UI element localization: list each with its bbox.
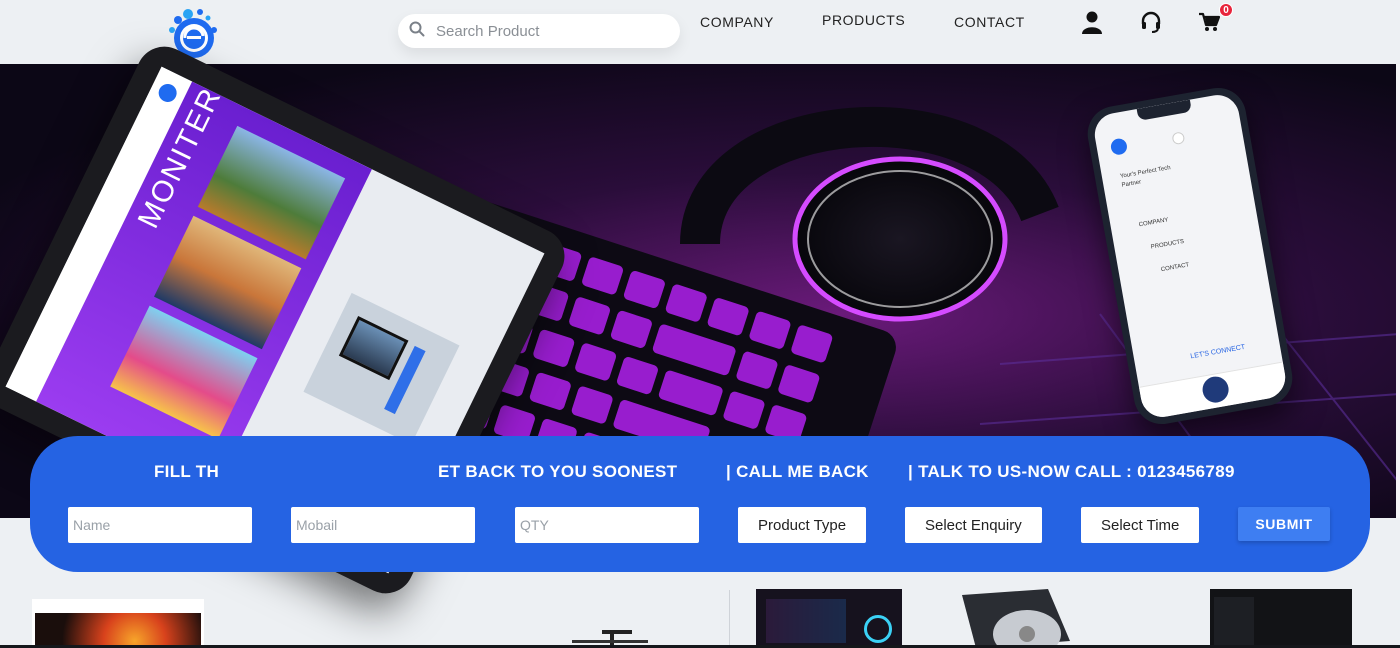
callback-form: FILL TH ET BACK TO YOU SOONEST | CALL ME…: [30, 436, 1370, 572]
form-headline-callback: | CALL ME BACK: [726, 462, 869, 481]
header: COMPANY PRODUCTS CONTACT 0: [0, 0, 1400, 64]
qty-field[interactable]: [515, 507, 699, 543]
hero-edge: [1396, 64, 1400, 518]
tower-front: [1214, 597, 1254, 648]
pc-interior: [766, 599, 846, 643]
form-headline-call: | TALK TO US-NOW CALL : 0123456789: [908, 462, 1235, 481]
product-thumb-pc-case[interactable]: [756, 589, 902, 648]
tablet-product-card: [303, 292, 460, 445]
nav-company[interactable]: COMPANY: [700, 14, 774, 30]
product-thumb-hard-drive[interactable]: [952, 589, 1070, 648]
submit-button[interactable]: SUBMIT: [1238, 507, 1330, 541]
nav-contact[interactable]: CONTACT: [954, 14, 1025, 30]
nav-products[interactable]: PRODUCTS: [822, 12, 905, 28]
phone-nav-contact: CONTACT: [1160, 262, 1190, 274]
headset-icon[interactable]: [1139, 10, 1163, 34]
product-thumb-tower[interactable]: [1210, 589, 1352, 648]
product-strip: [0, 572, 1400, 648]
search-input[interactable]: [436, 22, 656, 40]
form-headline-middle: ET BACK TO YOU SOONEST: [438, 462, 678, 481]
search-icon: [408, 20, 426, 43]
user-icon[interactable]: [1080, 10, 1104, 34]
phone-connect: LET'S CONNECT: [1189, 343, 1246, 361]
tablet-logo: [155, 80, 180, 106]
pc-fan-icon: [864, 615, 892, 643]
time-select[interactable]: Select Time: [1081, 507, 1199, 543]
phone-cart-icon: [1200, 374, 1231, 405]
phone-close-icon: [1171, 131, 1186, 146]
phone-nav-company: COMPANY: [1138, 217, 1169, 229]
search-bar[interactable]: [398, 14, 680, 48]
product-divider: [729, 590, 730, 648]
cart-count-badge: 0: [1219, 3, 1233, 17]
phone-tagline: Your's Perfect Tech Partner: [1119, 165, 1172, 189]
enquiry-select[interactable]: Select Enquiry: [905, 507, 1042, 543]
name-field[interactable]: [68, 507, 252, 543]
tablet-product-image: [338, 316, 409, 381]
mobile-field[interactable]: [291, 507, 475, 543]
cart-icon[interactable]: [1198, 12, 1222, 36]
product-type-select[interactable]: Product Type: [738, 507, 866, 543]
phone-nav-products: PRODUCTS: [1150, 238, 1185, 251]
product-thumb-monitor-image: [35, 613, 201, 648]
page: COMPANY PRODUCTS CONTACT 0: [0, 0, 1400, 648]
product-thumb-monitor[interactable]: [32, 599, 204, 648]
phone-logo: [1109, 137, 1129, 156]
form-headline-start: FILL TH: [154, 462, 220, 481]
phone-notch: [1136, 99, 1192, 121]
